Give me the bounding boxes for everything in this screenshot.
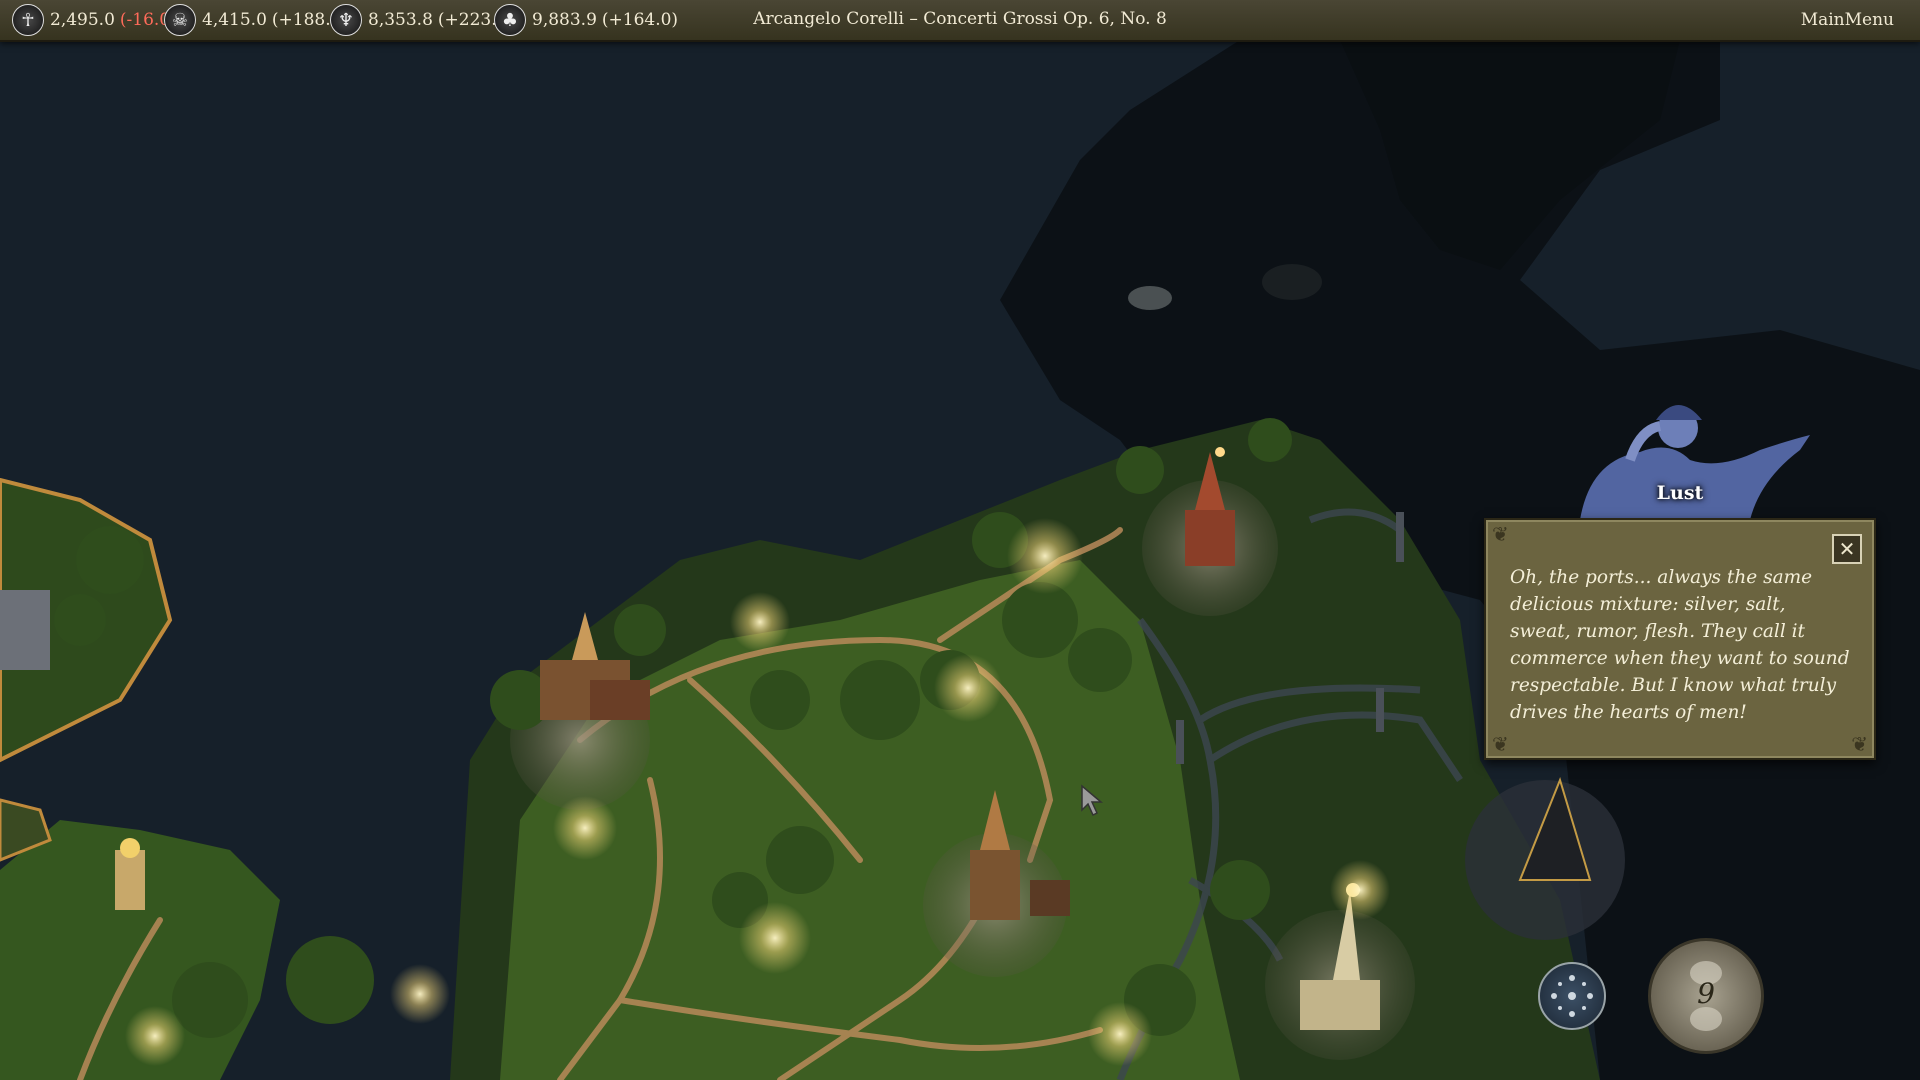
close-icon: ✕ — [1838, 537, 1856, 561]
turn-counter: 9 — [1697, 977, 1715, 1010]
ornament-icon: ❦ — [1492, 522, 1509, 546]
rock — [1128, 286, 1172, 310]
compass-icon — [1551, 975, 1593, 1017]
now-playing-title: Arcangelo Corelli – Concerti Grossi Op. … — [753, 9, 1167, 29]
dialog-panel: ❦ ❦ ❦ ✕ Oh, the ports... always the same… — [1484, 518, 1876, 760]
resource-lust[interactable]: ☥ 2,495.0 (-16.0) — [12, 4, 177, 36]
ornament-icon: ❦ — [1851, 732, 1868, 756]
resource-tree[interactable]: ♣ 9,883.9 (+164.0) — [494, 4, 678, 36]
lust-resource-icon: ☥ — [12, 4, 44, 36]
resource-delta: (+164.0) — [601, 10, 679, 30]
rock — [1262, 264, 1322, 300]
resource-skull[interactable]: ☠ 4,415.0 (+188.0) — [164, 4, 348, 36]
west-castle[interactable] — [0, 590, 50, 670]
resource-value: 4,415.0 — [202, 10, 267, 30]
tree-resource-icon: ♣ — [494, 4, 526, 36]
main-menu-button[interactable]: MainMenu — [1801, 10, 1894, 30]
resource-value: 9,883.9 — [532, 10, 597, 30]
resource-demon[interactable]: ♆ 8,353.8 (+223.0) — [330, 4, 514, 36]
mouse-cursor-icon — [1081, 784, 1104, 817]
demon-resource-icon: ♆ — [330, 4, 362, 36]
close-button[interactable]: ✕ — [1832, 534, 1862, 564]
resource-value: 8,353.8 — [368, 10, 433, 30]
skull-resource-icon: ☠ — [164, 4, 196, 36]
resource-bar: ☥ 2,495.0 (-16.0) ☠ 4,415.0 (+188.0) ♆ 8… — [0, 0, 1920, 42]
character-name: Lust — [1656, 482, 1704, 504]
compass-button[interactable] — [1538, 962, 1606, 1030]
resource-value: 2,495.0 — [50, 10, 115, 30]
dialog-text: Oh, the ports... always the same delicio… — [1510, 567, 1850, 723]
end-turn-button[interactable]: 9 — [1648, 938, 1764, 1054]
ornament-icon: ❦ — [1492, 732, 1509, 756]
